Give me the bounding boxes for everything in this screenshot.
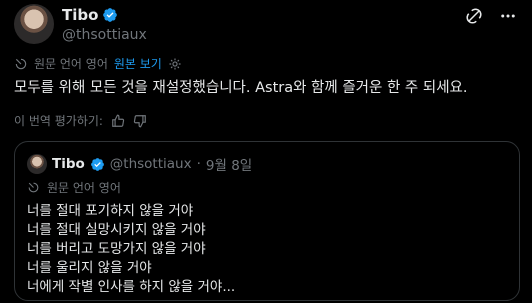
tweet-text: 모두를 위해 모든 것을 재설정했습니다. Astra와 함께 즐거운 한 주 … [14, 80, 468, 96]
quoted-text-line: 너에게 작별 인사를 하지 않을 거야... [27, 279, 236, 295]
source-language-label: 원문 언어 영어 [34, 57, 108, 71]
author-avatar[interactable] [14, 4, 54, 44]
quoted-author-handle: @thsottiaux [109, 156, 192, 172]
quoted-source-language-label: 원문 언어 영어 [47, 181, 121, 195]
quoted-author-name: Tibo [52, 156, 85, 172]
verified-badge-icon [90, 157, 104, 171]
quoted-tweet[interactable]: Tibo @thsottiaux · 9월 8일 원문 언어 영어 너를 절대 … [14, 141, 520, 301]
quoted-tweet-date: 9월 8일 [205, 158, 253, 174]
rate-translation-label: 이 번역 평가하기: [14, 114, 103, 128]
globe-icon [14, 57, 28, 71]
thumbs-up-icon[interactable] [111, 114, 125, 128]
quoted-tweet-header: Tibo @thsottiaux · 9월 8일 [27, 154, 252, 174]
quoted-text-line: 너를 울리지 않을 거야 [27, 260, 152, 276]
quoted-translation-info: 원문 언어 영어 [27, 179, 121, 196]
author-name[interactable]: Tibo [62, 6, 98, 24]
globe-icon [27, 181, 41, 195]
gear-icon[interactable] [168, 57, 182, 71]
separator-dot: · [196, 156, 201, 172]
quoted-author-avatar [27, 154, 47, 174]
grok-icon[interactable] [464, 6, 484, 26]
quoted-text-line: 너를 버리고 도망가지 않을 거야 [27, 241, 206, 257]
show-original-link[interactable]: 원본 보기 [114, 55, 162, 72]
header-actions [464, 6, 518, 26]
quoted-text-line: 너를 절대 실망시키지 않을 거야 [27, 222, 206, 238]
verified-badge-icon [103, 8, 118, 22]
tweet-header: Tibo @thsottiaux [0, 0, 532, 52]
more-icon[interactable] [498, 6, 518, 26]
quoted-text-line: 너를 절대 포기하지 않을 거야 [27, 203, 194, 219]
rate-translation-row: 이 번역 평가하기: [14, 112, 147, 129]
translation-info: 원문 언어 영어 원본 보기 [14, 55, 182, 72]
thumbs-down-icon[interactable] [133, 114, 147, 128]
quoted-tweet-text: 너를 절대 포기하지 않을 거야 너를 절대 실망시키지 않을 거야 너를 버리… [27, 202, 235, 297]
author-handle[interactable]: @thsottiaux [62, 27, 147, 43]
author-name-row: Tibo [62, 6, 118, 24]
